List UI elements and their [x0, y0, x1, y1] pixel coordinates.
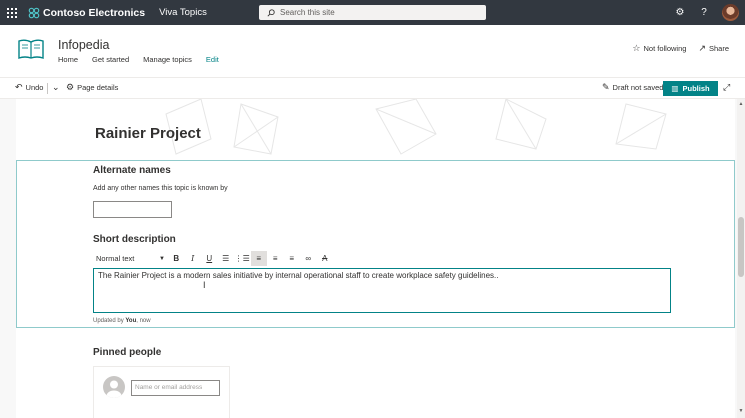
settings-gear-icon[interactable]: ⚙	[668, 0, 692, 25]
share-button[interactable]: ↗ Share	[698, 43, 729, 54]
page-title[interactable]: Rainier Project	[95, 125, 201, 142]
brand-name: Contoso Electronics	[43, 6, 146, 19]
updated-info: Updated by You, now	[93, 318, 151, 324]
updated-prefix: Updated by	[93, 318, 124, 324]
align-left-icon[interactable]: ≡	[250, 251, 267, 266]
undo-label: Undo	[25, 83, 44, 92]
book-icon: ▥	[671, 84, 679, 93]
draft-status-label: Draft not saved	[612, 83, 664, 92]
site-header: Infopedia Home Get started Manage topics…	[0, 25, 745, 77]
caret-down-icon: ▼	[159, 255, 165, 262]
command-bar: ↶ Undo ⌄ ⚙ Page details ✎ Draft not save…	[0, 77, 745, 99]
suite-bar: Contoso Electronics Viva Topics Search t…	[0, 0, 745, 25]
short-description-input[interactable]: The Rainier Project is a modern sales in…	[93, 268, 671, 313]
divider	[47, 83, 48, 94]
nav-home[interactable]: Home	[58, 55, 78, 64]
person-placeholder-icon	[103, 376, 125, 398]
align-right-icon[interactable]: ≡	[284, 251, 301, 266]
follow-label: Not following	[643, 44, 687, 53]
search-icon	[267, 8, 275, 17]
contoso-logo-icon	[28, 7, 40, 18]
numbered-list-icon[interactable]: ⋮☰	[234, 251, 251, 266]
app-launcher-icon[interactable]	[0, 0, 24, 25]
publish-label: Publish	[682, 84, 710, 93]
share-icon: ↗	[698, 43, 706, 53]
page-details-label: Page details	[77, 83, 119, 92]
book-logo-icon	[18, 39, 44, 59]
alternate-names-hint: Add any other names this topic is known …	[93, 185, 228, 192]
search-box[interactable]: Search this site	[259, 5, 486, 20]
text-cursor-icon: I	[203, 280, 206, 290]
undo-dropdown-chevron-icon[interactable]: ⌄	[52, 82, 63, 93]
link-icon[interactable]: ∞	[300, 251, 317, 266]
publish-button[interactable]: ▥ Publish	[663, 81, 718, 96]
bulleted-list-icon[interactable]: ☰	[218, 251, 235, 266]
alternate-names-input[interactable]	[93, 201, 172, 218]
brand[interactable]: Contoso Electronics	[28, 7, 145, 19]
follow-button[interactable]: ☆ Not following	[632, 43, 686, 54]
star-icon: ☆	[632, 43, 641, 53]
page-scrollbar[interactable]: ▲ ▼	[737, 99, 745, 418]
updated-by: You	[125, 318, 137, 324]
person-search-input[interactable]: Name or email address	[131, 380, 220, 396]
align-center-icon[interactable]: ≡	[267, 251, 284, 266]
undo-button[interactable]: ↶ Undo	[15, 82, 43, 93]
scroll-thumb[interactable]	[738, 217, 744, 277]
clear-formatting-icon[interactable]: A	[317, 251, 334, 266]
pinned-people-heading: Pinned people	[93, 347, 162, 358]
expand-icon[interactable]: ⤢	[723, 82, 733, 93]
updated-time: , now	[136, 318, 151, 324]
alternate-names-heading: Alternate names	[93, 165, 171, 176]
bold-icon[interactable]: B	[168, 251, 185, 266]
scroll-down-icon[interactable]: ▼	[738, 408, 744, 414]
scroll-up-icon[interactable]: ▲	[738, 101, 744, 107]
undo-icon: ↶	[15, 82, 23, 92]
nav-edit[interactable]: Edit	[206, 55, 219, 64]
nav-manage-topics[interactable]: Manage topics	[143, 55, 192, 64]
page-details-button[interactable]: ⚙ Page details	[66, 82, 118, 93]
help-icon[interactable]: ?	[692, 0, 716, 25]
draft-status: ✎ Draft not saved	[602, 82, 663, 93]
gear-icon: ⚙	[66, 82, 75, 92]
text-format-value: Normal text	[96, 254, 135, 263]
italic-icon[interactable]: I	[185, 251, 202, 266]
search-input[interactable]: Search this site	[280, 8, 335, 17]
site-nav: Home Get started Manage topics Edit	[58, 55, 233, 64]
text-format-select[interactable]: Normal text ▼	[93, 251, 168, 266]
pencil-icon: ✎	[602, 82, 610, 92]
underline-icon[interactable]: U	[201, 251, 218, 266]
share-label: Share	[708, 44, 729, 53]
site-title[interactable]: Infopedia	[58, 38, 109, 52]
app-name[interactable]: Viva Topics	[159, 7, 207, 18]
short-description-heading: Short description	[93, 234, 176, 245]
user-avatar[interactable]	[722, 4, 739, 21]
rich-text-toolbar: Normal text ▼ B I U ☰ ⋮☰ ≡ ≡ ≡ ∞ A	[93, 251, 336, 266]
nav-get-started[interactable]: Get started	[92, 55, 129, 64]
